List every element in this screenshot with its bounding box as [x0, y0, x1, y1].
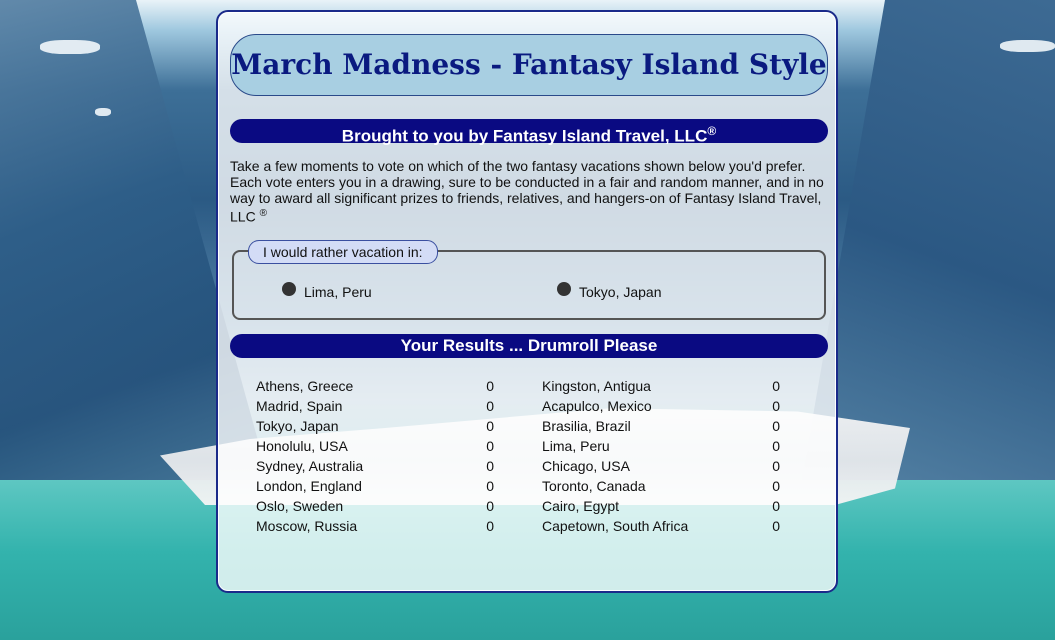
result-count: 0 — [772, 398, 780, 414]
results-header: Your Results ... Drumroll Please — [400, 336, 658, 355]
result-city: Sydney, Australia — [256, 458, 364, 474]
registered-mark: ® — [259, 208, 267, 219]
main-panel: March Madness - Fantasy Island Style Bro… — [216, 10, 838, 593]
results-left-column: Athens, Greece 0 Madrid, Spain 0 Tokyo, Japa… — [256, 376, 496, 536]
result-row: Toronto, Canada 0 — [542, 476, 782, 496]
result-row: Brasilia, Brazil 0 — [542, 416, 782, 436]
result-row: Capetown, South Africa 0 — [542, 516, 782, 536]
result-count: 0 — [772, 458, 780, 474]
result-count: 0 — [486, 438, 494, 454]
result-city: Athens, Greece — [256, 378, 354, 394]
snow-patch — [40, 40, 100, 54]
result-city: Cairo, Egypt — [542, 498, 620, 514]
radio-button[interactable] — [557, 282, 571, 296]
page-title: March Madness - Fantasy Island Style — [231, 48, 827, 81]
result-city: Kingston, Antigua — [542, 378, 651, 394]
result-city: Madrid, Spain — [256, 398, 343, 414]
result-row: Acapulco, Mexico 0 — [542, 396, 782, 416]
result-row: Moscow, Russia 0 — [256, 516, 496, 536]
snow-patch — [1000, 40, 1055, 52]
result-row: Oslo, Sweden 0 — [256, 496, 496, 516]
registered-mark: ® — [707, 124, 717, 138]
vote-option-label: Tokyo, Japan — [579, 284, 662, 300]
result-count: 0 — [772, 518, 780, 534]
result-count: 0 — [772, 438, 780, 454]
result-city: Brasilia, Brazil — [542, 418, 631, 434]
intro-text: Take a few moments to vote on which of t… — [230, 158, 824, 225]
result-row: Kingston, Antigua 0 — [542, 376, 782, 396]
result-row: Tokyo, Japan 0 — [256, 416, 496, 436]
result-row: Chicago, USA 0 — [542, 456, 782, 476]
result-row: Lima, Peru 0 — [542, 436, 782, 456]
result-city: Moscow, Russia — [256, 518, 358, 534]
vote-option-label: Lima, Peru — [304, 284, 372, 300]
result-count: 0 — [486, 518, 494, 534]
snow-patch — [95, 108, 111, 116]
result-city: Lima, Peru — [542, 438, 610, 454]
result-city: Capetown, South Africa — [542, 518, 689, 534]
result-city: Tokyo, Japan — [256, 418, 339, 434]
result-count: 0 — [486, 478, 494, 494]
result-city: Honolulu, USA — [256, 438, 348, 454]
vote-legend: I would rather vacation in: — [248, 240, 438, 264]
vote-option-lima[interactable]: Lima, Peru — [282, 282, 372, 300]
result-row: Honolulu, USA 0 — [256, 436, 496, 456]
vote-fieldset: I would rather vacation in: Lima, Peru T… — [232, 240, 826, 320]
title-banner: March Madness - Fantasy Island Style — [230, 34, 828, 96]
result-city: Chicago, USA — [542, 458, 630, 474]
intro-paragraph: Take a few moments to vote on which of t… — [230, 158, 828, 225]
sponsor-text: Brought to you by Fantasy Island Travel,… — [341, 126, 708, 146]
result-count: 0 — [486, 418, 494, 434]
result-count: 0 — [486, 498, 494, 514]
vote-option-tokyo[interactable]: Tokyo, Japan — [557, 282, 662, 300]
result-count: 0 — [486, 378, 494, 394]
radio-button[interactable] — [282, 282, 296, 296]
result-row: Sydney, Australia 0 — [256, 456, 496, 476]
result-count: 0 — [772, 418, 780, 434]
result-city: Acapulco, Mexico — [542, 398, 652, 414]
result-count: 0 — [772, 378, 780, 394]
result-count: 0 — [486, 458, 494, 474]
result-count: 0 — [486, 398, 494, 414]
result-city: London, England — [256, 478, 362, 494]
results-bar: Your Results ... Drumroll Please — [230, 334, 828, 358]
results-right-column: Kingston, Antigua 0 Acapulco, Mexico 0 Brasi… — [542, 376, 782, 536]
result-city: Oslo, Sweden — [256, 498, 344, 514]
sponsor-bar: Brought to you by Fantasy Island Travel,… — [230, 119, 828, 146]
result-city: Toronto, Canada — [542, 478, 646, 494]
result-row: Athens, Greece 0 — [256, 376, 496, 396]
result-row: Cairo, Egypt 0 — [542, 496, 782, 516]
result-count: 0 — [772, 498, 780, 514]
result-count: 0 — [772, 478, 780, 494]
result-row: London, England 0 — [256, 476, 496, 496]
result-row: Madrid, Spain 0 — [256, 396, 496, 416]
